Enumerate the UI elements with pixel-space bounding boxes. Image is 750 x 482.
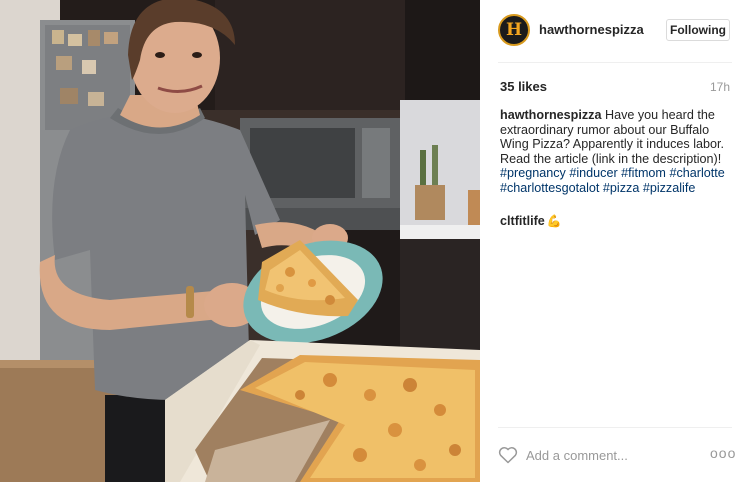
comment-bar: ooo bbox=[480, 427, 750, 482]
comment-username[interactable]: cltfitlife bbox=[500, 214, 545, 228]
hashtag-link[interactable]: #pizza bbox=[603, 181, 639, 195]
post-side-panel: H hawthornespizza Following 35 likes 17h… bbox=[480, 0, 750, 482]
hashtag-link[interactable]: #inducer bbox=[569, 166, 617, 180]
post-time[interactable]: 17h bbox=[710, 80, 730, 94]
heart-outline-icon[interactable] bbox=[498, 446, 518, 469]
hashtag-link[interactable]: #fitmom bbox=[621, 166, 666, 180]
hashtag-link[interactable]: #charlottesgotalot bbox=[500, 181, 599, 195]
avatar[interactable]: H bbox=[498, 14, 530, 46]
instagram-post: H hawthornespizza Following 35 likes 17h… bbox=[0, 0, 750, 482]
hashtag-link[interactable]: #charlotte bbox=[669, 166, 724, 180]
avatar-logo-letter: H bbox=[505, 19, 523, 40]
author-username[interactable]: hawthornespizza bbox=[539, 22, 644, 37]
likes-count[interactable]: 35 likes bbox=[500, 79, 547, 94]
caption-hashtags: #pregnancy #inducer #fitmom #charlotte #… bbox=[500, 166, 736, 195]
following-button[interactable]: Following bbox=[666, 19, 730, 41]
add-comment-input[interactable] bbox=[526, 445, 696, 465]
header-divider bbox=[498, 62, 732, 63]
caption-username[interactable]: hawthornespizza bbox=[500, 108, 601, 122]
hashtag-link[interactable]: #pregnancy bbox=[500, 166, 566, 180]
comment-item: cltfitlife 💪 bbox=[500, 214, 562, 228]
flexed-biceps-emoji: 💪 bbox=[546, 214, 562, 228]
more-options-icon[interactable]: ooo bbox=[710, 446, 736, 460]
post-photo[interactable] bbox=[0, 0, 480, 482]
hashtag-link[interactable]: #pizzalife bbox=[643, 181, 696, 195]
post-header: H hawthornespizza Following bbox=[480, 0, 750, 62]
post-caption: hawthornespizza Have you heard the extra… bbox=[500, 108, 736, 196]
